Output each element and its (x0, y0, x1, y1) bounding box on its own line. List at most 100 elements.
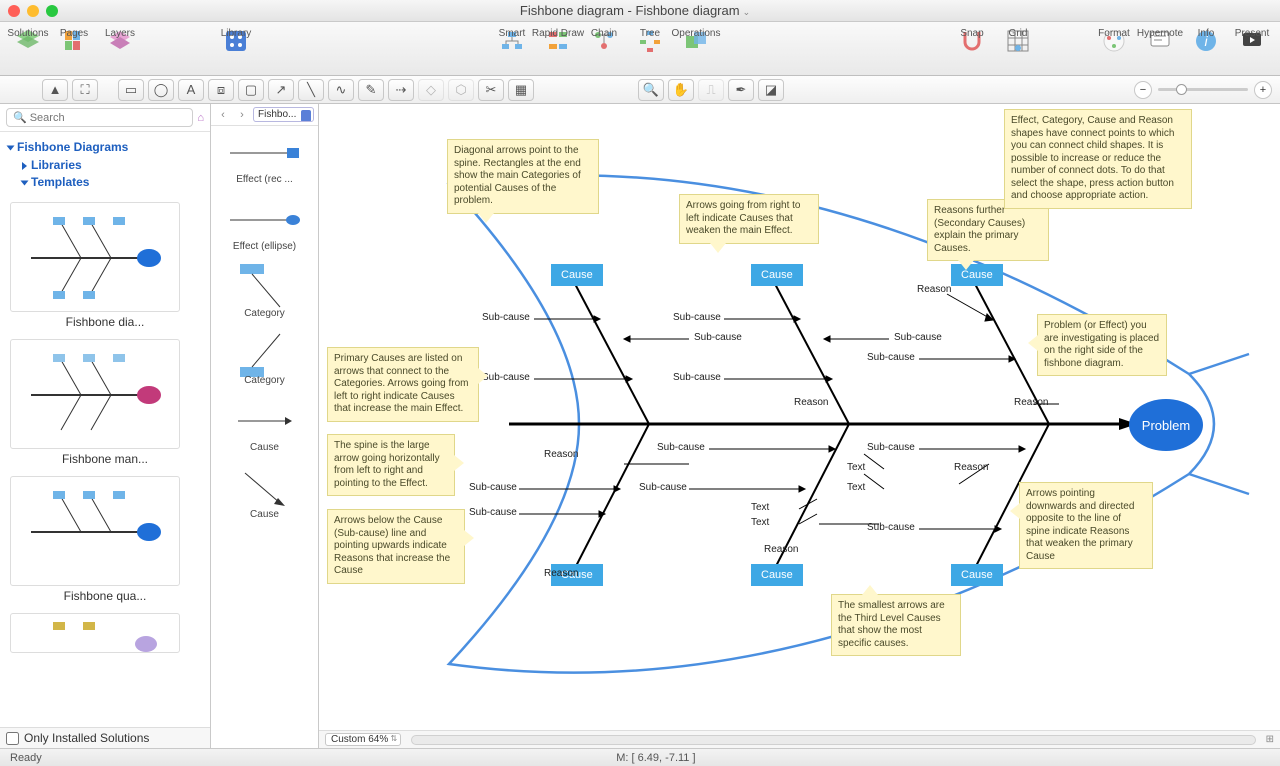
close-window[interactable] (8, 5, 20, 17)
nav-tree: Fishbone Diagrams Libraries Templates (0, 132, 210, 196)
pointer-tool[interactable]: ▲ (42, 79, 68, 101)
status-coords: M: [ 6.49, -7.11 ] (42, 752, 1270, 764)
nav-libraries[interactable]: Libraries (22, 158, 202, 172)
lib-item[interactable]: Cause (213, 398, 316, 465)
shape-tool[interactable]: ◇ (418, 79, 444, 101)
template-item[interactable]: Fishbone qua... (10, 476, 200, 603)
reason-label: Reason (917, 284, 951, 295)
curve-tool[interactable]: ∿ (328, 79, 354, 101)
zoom-selector[interactable]: Custom 64%⇅ (325, 733, 401, 746)
grid-label: Grid (1009, 28, 1028, 39)
status-ready: Ready (10, 752, 42, 764)
cause-box[interactable]: Cause (751, 564, 803, 586)
present-label: Present (1235, 28, 1269, 39)
lib-forward[interactable]: › (234, 107, 250, 123)
templates-list: Fishbone dia... Fishbone man... Fishbone… (0, 196, 210, 727)
note-connect: Effect, Category, Cause and Reason shape… (1004, 109, 1192, 209)
reason-label: Reason (1014, 397, 1048, 408)
rapid-draw-button[interactable]: Rapid Draw (536, 25, 580, 57)
smart-button[interactable]: Smart (490, 25, 534, 57)
tree-button[interactable]: Tree (628, 25, 672, 57)
cause-box[interactable]: Cause (551, 264, 603, 286)
connector-tool[interactable]: ⇢ (388, 79, 414, 101)
smart-label: Smart (499, 28, 526, 39)
chain-label: Chain (591, 28, 617, 39)
format-button[interactable]: Format (1092, 25, 1136, 57)
minimize-window[interactable] (27, 5, 39, 17)
line-tool[interactable]: ╲ (298, 79, 324, 101)
eraser-tool[interactable]: ◪ (758, 79, 784, 101)
lib-back[interactable]: ‹ (215, 107, 231, 123)
callout-tool[interactable]: ▢ (238, 79, 264, 101)
pages-button[interactable]: Pages (52, 25, 96, 57)
canvas[interactable]: Cause Cause Cause Cause Cause Cause Prob… (319, 104, 1280, 730)
window-title-text: Fishbone diagram - Fishbone diagram (520, 3, 740, 18)
search-input[interactable]: 🔍 (6, 108, 193, 127)
zoom-tool[interactable]: 🔍 (638, 79, 664, 101)
arrow-tool[interactable]: ↗ (268, 79, 294, 101)
cause-box[interactable]: Cause (951, 564, 1003, 586)
pages-label: Pages (60, 28, 88, 39)
note-below: Arrows below the Cause (Sub-cause) line … (327, 509, 465, 584)
search-icon: 🔍 (13, 111, 27, 124)
chain-button[interactable]: Chain (582, 25, 626, 57)
grid-button[interactable]: Grid (996, 25, 1040, 57)
tools-toolbar: ▲ ⛶ ▭ ◯ A ⧈ ▢ ↗ ╲ ∿ ✎ ⇢ ◇ ⬡ ✂ ▦ 🔍 ✋ ⎍ ✒ … (0, 76, 1280, 104)
nav-templates[interactable]: Templates (22, 175, 202, 189)
only-installed-row: Only Installed Solutions (0, 727, 210, 748)
lib-item[interactable]: Effect (ellipse) (213, 197, 316, 264)
crop-tool[interactable]: ✂ (478, 79, 504, 101)
status-bar: Ready M: [ 6.49, -7.11 ] (0, 748, 1280, 766)
zoom-out-button[interactable]: − (1134, 81, 1152, 99)
h-scrollbar[interactable] (411, 735, 1255, 745)
nav-root[interactable]: Fishbone Diagrams (8, 140, 202, 154)
smart-shape-tool[interactable]: ⬡ (448, 79, 474, 101)
template-item[interactable] (10, 613, 200, 653)
home-icon[interactable]: ⌂ (197, 112, 204, 124)
note-primary: Primary Causes are listed on arrows that… (327, 347, 479, 422)
info-label: Info (1198, 28, 1215, 39)
search-field[interactable] (30, 112, 187, 124)
present-button[interactable]: Present (1230, 25, 1274, 57)
pen-tool[interactable]: ✎ (358, 79, 384, 101)
info-button[interactable]: iInfo (1184, 25, 1228, 57)
only-installed-label: Only Installed Solutions (24, 731, 149, 745)
image-tool[interactable]: ▦ (508, 79, 534, 101)
problem-ellipse[interactable]: Problem (1129, 399, 1203, 451)
window-title[interactable]: Fishbone diagram - Fishbone diagram⌄ (58, 3, 1212, 18)
lib-item[interactable]: Effect (rec ... (213, 130, 316, 197)
marquee-tool[interactable]: ⛶ (72, 79, 98, 101)
rect-tool[interactable]: ▭ (118, 79, 144, 101)
solutions-panel: 🔍 ⌂ Fishbone Diagrams Libraries Template… (0, 104, 211, 748)
snap-button[interactable]: Snap (950, 25, 994, 57)
hypernote-button[interactable]: Hypernote (1138, 25, 1182, 57)
note-spine: The spine is the large arrow going horiz… (327, 434, 455, 496)
text-tool[interactable]: A (178, 79, 204, 101)
window-controls (8, 5, 58, 17)
subcause-label: Sub-cause (482, 312, 530, 323)
only-installed-checkbox[interactable] (6, 732, 19, 745)
solutions-button[interactable]: Solutions (6, 25, 50, 57)
subcause-label: Sub-cause (469, 482, 517, 493)
lib-item[interactable]: Category (213, 331, 316, 398)
textbox-tool[interactable]: ⧈ (208, 79, 234, 101)
zoom-slider[interactable] (1158, 88, 1248, 91)
brush-tool[interactable]: ✒ (728, 79, 754, 101)
operations-button[interactable]: Operations (674, 25, 718, 57)
reason-label: Reason (544, 568, 578, 579)
template-label: Fishbone qua... (10, 589, 200, 603)
lib-selector[interactable]: Fishbo... (253, 107, 314, 122)
layers-button[interactable]: Layers (98, 25, 142, 57)
zoom-in-button[interactable]: + (1254, 81, 1272, 99)
template-item[interactable]: Fishbone man... (10, 339, 200, 466)
lib-item[interactable]: Cause (213, 465, 316, 532)
ruler-icon[interactable]: ⊞ (1266, 734, 1274, 745)
cause-box[interactable]: Cause (751, 264, 803, 286)
ellipse-tool[interactable]: ◯ (148, 79, 174, 101)
template-item[interactable]: Fishbone dia... (10, 202, 200, 329)
library-button[interactable]: Library (214, 25, 258, 57)
eyedropper-tool[interactable]: ⎍ (698, 79, 724, 101)
hand-tool[interactable]: ✋ (668, 79, 694, 101)
maximize-window[interactable] (46, 5, 58, 17)
lib-item[interactable]: Category (213, 264, 316, 331)
